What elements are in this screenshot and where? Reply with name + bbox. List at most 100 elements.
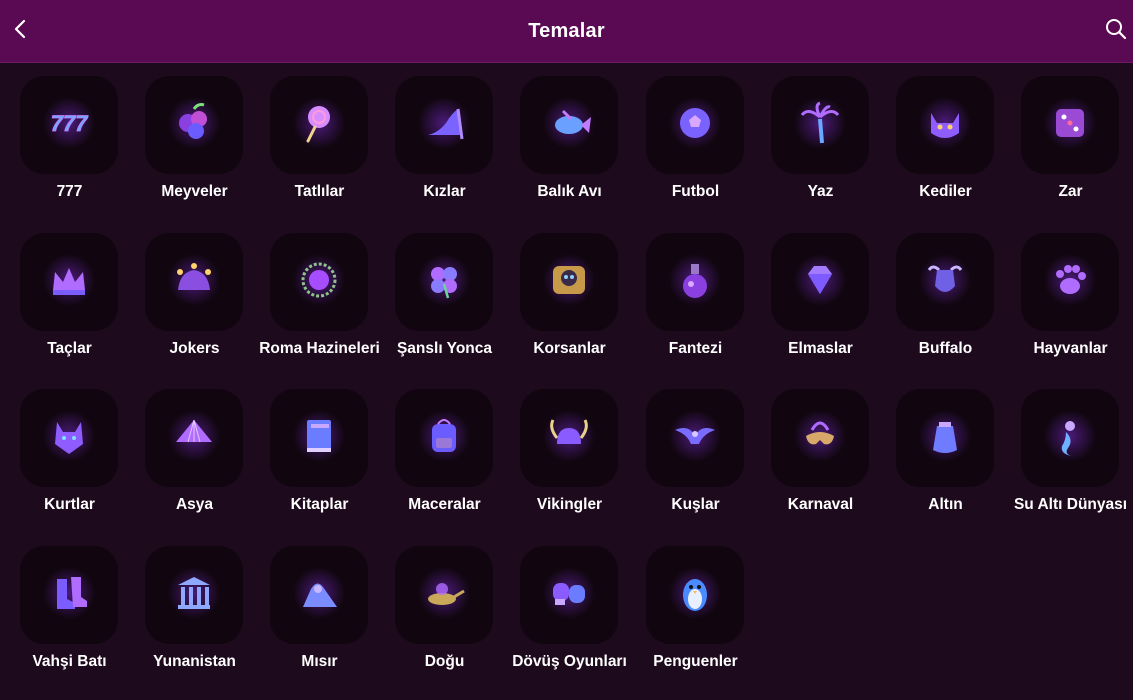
theme-tile[interactable] bbox=[896, 233, 994, 331]
theme-item-viking-helmet[interactable]: Vikingler bbox=[507, 375, 632, 525]
theme-item-eagle[interactable]: Kuşlar bbox=[633, 375, 758, 525]
theme-tile[interactable] bbox=[20, 389, 118, 487]
theme-label: Dövüş Oyunları bbox=[512, 653, 627, 670]
theme-tile[interactable] bbox=[395, 546, 493, 644]
theme-label: Futbol bbox=[671, 183, 720, 200]
theme-tile[interactable] bbox=[145, 389, 243, 487]
high-heel-icon bbox=[418, 96, 470, 154]
theme-item-boxing-gloves[interactable]: Dövüş Oyunları bbox=[507, 532, 632, 682]
theme-tile[interactable] bbox=[646, 546, 744, 644]
theme-tile[interactable] bbox=[145, 233, 243, 331]
theme-item-jester-hat[interactable]: Jokers bbox=[132, 219, 257, 369]
sevens-icon: 777 bbox=[43, 96, 95, 154]
theme-tile[interactable] bbox=[520, 233, 618, 331]
laurel-wreath-icon bbox=[293, 253, 345, 311]
page-title: Temalar bbox=[528, 19, 605, 42]
theme-tile[interactable] bbox=[1021, 233, 1119, 331]
theme-tile[interactable] bbox=[270, 76, 368, 174]
jester-hat-icon bbox=[168, 253, 220, 311]
theme-label: Jokers bbox=[169, 340, 220, 357]
theme-item-buffalo[interactable]: Buffalo bbox=[883, 219, 1008, 369]
search-button[interactable] bbox=[1101, 16, 1131, 46]
dice-icon bbox=[1044, 96, 1096, 154]
theme-tile[interactable] bbox=[395, 389, 493, 487]
theme-tile[interactable] bbox=[145, 76, 243, 174]
theme-tile[interactable]: 777 bbox=[20, 76, 118, 174]
theme-label: Buffalo bbox=[918, 340, 973, 357]
theme-label: Penguenler bbox=[653, 653, 738, 670]
theme-item-wolf[interactable]: Kurtlar bbox=[7, 375, 132, 525]
theme-label: Karnaval bbox=[787, 496, 854, 513]
theme-item-palm-tree[interactable]: Yaz bbox=[758, 62, 883, 212]
theme-item-gold-bag[interactable]: Altın bbox=[883, 375, 1008, 525]
theme-label: Asya bbox=[175, 496, 214, 513]
theme-label: Vahşi Batı bbox=[32, 653, 107, 670]
theme-label: Meyveler bbox=[161, 183, 228, 200]
theme-tile[interactable] bbox=[646, 233, 744, 331]
theme-item-diamond[interactable]: Elmaslar bbox=[758, 219, 883, 369]
theme-item-book[interactable]: Kitaplar bbox=[257, 375, 382, 525]
theme-tile[interactable] bbox=[646, 389, 744, 487]
penguin-icon bbox=[669, 566, 721, 624]
theme-tile[interactable] bbox=[270, 389, 368, 487]
theme-item-fish[interactable]: Balık Avı bbox=[507, 62, 632, 212]
theme-label: 777 bbox=[56, 183, 83, 200]
theme-item-penguin[interactable]: Penguenler bbox=[633, 532, 758, 682]
theme-tile[interactable] bbox=[145, 546, 243, 644]
theme-tile[interactable] bbox=[270, 233, 368, 331]
cat-icon bbox=[919, 96, 971, 154]
theme-tile[interactable] bbox=[896, 389, 994, 487]
theme-item-lollipop[interactable]: Tatlılar bbox=[257, 62, 382, 212]
theme-item-potion[interactable]: Fantezi bbox=[633, 219, 758, 369]
back-button[interactable] bbox=[6, 16, 34, 46]
buffalo-icon bbox=[919, 253, 971, 311]
theme-tile[interactable] bbox=[20, 233, 118, 331]
svg-text:777: 777 bbox=[51, 111, 89, 136]
theme-tile[interactable] bbox=[771, 76, 869, 174]
theme-tile[interactable] bbox=[395, 233, 493, 331]
theme-item-sphinx[interactable]: Mısır bbox=[257, 532, 382, 682]
theme-tile[interactable] bbox=[270, 546, 368, 644]
theme-label: Su Altı Dünyası bbox=[1013, 496, 1128, 513]
sphinx-icon bbox=[293, 566, 345, 624]
theme-tile[interactable] bbox=[520, 76, 618, 174]
theme-item-asian-hat[interactable]: Asya bbox=[132, 375, 257, 525]
magic-lamp-icon bbox=[418, 566, 470, 624]
theme-item-magic-lamp[interactable]: Doğu bbox=[382, 532, 507, 682]
viking-helmet-icon bbox=[543, 409, 595, 467]
theme-item-clover[interactable]: Şanslı Yonca bbox=[382, 219, 507, 369]
eagle-icon bbox=[669, 409, 721, 467]
theme-tile[interactable] bbox=[395, 76, 493, 174]
theme-tile[interactable] bbox=[520, 389, 618, 487]
theme-item-greek-temple[interactable]: Yunanistan bbox=[132, 532, 257, 682]
theme-label: Yaz bbox=[807, 183, 834, 200]
theme-item-sevens[interactable]: 777 777 bbox=[7, 62, 132, 212]
theme-item-high-heel[interactable]: Kızlar bbox=[382, 62, 507, 212]
paw-icon bbox=[1044, 253, 1096, 311]
theme-item-carnival-mask[interactable]: Karnaval bbox=[758, 375, 883, 525]
theme-item-paw[interactable]: Hayvanlar bbox=[1008, 219, 1133, 369]
theme-label: Kitaplar bbox=[290, 496, 349, 513]
theme-label: Vikingler bbox=[536, 496, 603, 513]
theme-item-mermaid[interactable]: Su Altı Dünyası bbox=[1008, 375, 1133, 525]
theme-item-cat[interactable]: Kediler bbox=[883, 62, 1008, 212]
theme-item-dice[interactable]: Zar bbox=[1008, 62, 1133, 212]
search-icon bbox=[1105, 18, 1127, 45]
theme-item-fruits[interactable]: Meyveler bbox=[132, 62, 257, 212]
theme-item-cowboy-boots[interactable]: Vahşi Batı bbox=[7, 532, 132, 682]
theme-item-football[interactable]: Futbol bbox=[633, 62, 758, 212]
theme-tile[interactable] bbox=[646, 76, 744, 174]
theme-item-crown[interactable]: Taçlar bbox=[7, 219, 132, 369]
theme-tile[interactable] bbox=[771, 233, 869, 331]
wolf-icon bbox=[43, 409, 95, 467]
theme-tile[interactable] bbox=[20, 546, 118, 644]
theme-label: Kediler bbox=[919, 183, 972, 200]
theme-tile[interactable] bbox=[1021, 389, 1119, 487]
theme-item-laurel-wreath[interactable]: Roma Hazineleri bbox=[257, 219, 382, 369]
theme-tile[interactable] bbox=[896, 76, 994, 174]
theme-tile[interactable] bbox=[771, 389, 869, 487]
theme-tile[interactable] bbox=[520, 546, 618, 644]
theme-item-skull[interactable]: Korsanlar bbox=[507, 219, 632, 369]
theme-tile[interactable] bbox=[1021, 76, 1119, 174]
theme-item-backpack[interactable]: Maceralar bbox=[382, 375, 507, 525]
